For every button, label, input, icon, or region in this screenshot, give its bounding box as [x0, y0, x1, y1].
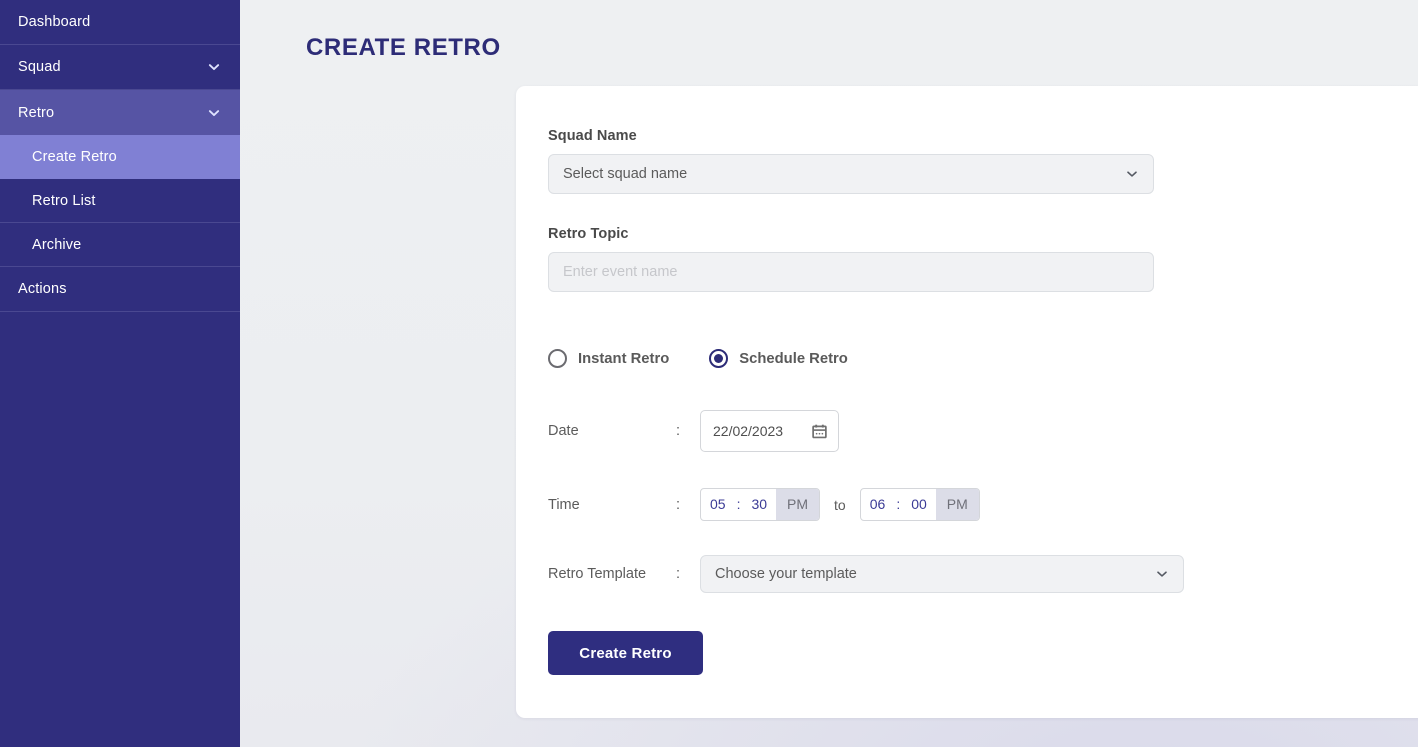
sidebar-item-label: Actions	[18, 281, 222, 297]
spacer	[548, 292, 1418, 344]
spacer	[548, 368, 1418, 410]
date-colon: :	[676, 423, 700, 439]
retro-template-row: Retro Template : Choose your template	[548, 555, 1418, 593]
app-root: Dashboard Squad Retro Create Retro Retro…	[0, 0, 1418, 747]
end-time-separator: :	[894, 489, 902, 520]
date-row: Date : 22/02/2023	[548, 410, 1418, 452]
squad-name-select[interactable]: Select squad name	[548, 154, 1154, 194]
date-input[interactable]: 22/02/2023	[700, 410, 839, 452]
page-title: CREATE RETRO	[270, 0, 1388, 62]
retro-template-colon: :	[676, 566, 700, 582]
radio-label: Instant Retro	[578, 351, 669, 367]
create-retro-form: Squad Name Select squad name Retro Topic	[516, 86, 1418, 675]
sidebar-item-archive[interactable]: Archive	[0, 223, 240, 267]
retro-topic-label: Retro Topic	[548, 226, 1418, 242]
retro-topic-input[interactable]: Enter event name	[548, 252, 1154, 292]
calendar-icon[interactable]	[811, 423, 828, 440]
spacer	[548, 521, 1418, 555]
sidebar-item-squad[interactable]: Squad	[0, 45, 240, 90]
radio-instant-retro[interactable]: Instant Retro	[548, 349, 669, 368]
start-time-separator: :	[735, 489, 743, 520]
chevron-down-icon	[1155, 567, 1169, 581]
end-time-picker[interactable]: 06 : 00 PM	[860, 488, 980, 521]
sidebar-item-actions[interactable]: Actions	[0, 267, 240, 312]
sidebar-item-label: Create Retro	[32, 149, 222, 165]
radio-label: Schedule Retro	[739, 351, 848, 367]
date-value: 22/02/2023	[713, 423, 783, 439]
sidebar-item-label: Squad	[18, 59, 206, 75]
sidebar-item-retro-list[interactable]: Retro List	[0, 179, 240, 223]
date-label: Date	[548, 423, 676, 439]
retro-template-select[interactable]: Choose your template	[700, 555, 1184, 593]
sidebar-item-label: Retro	[18, 105, 206, 121]
squad-name-field-group: Squad Name Select squad name	[548, 128, 1418, 194]
time-colon: :	[676, 497, 700, 513]
squad-name-label: Squad Name	[548, 128, 1418, 144]
retro-template-selected-value: Choose your template	[715, 566, 857, 582]
sidebar-item-create-retro[interactable]: Create Retro	[0, 135, 240, 179]
sidebar-item-label: Dashboard	[18, 14, 222, 30]
squad-name-selected-value: Select squad name	[563, 166, 687, 182]
time-range-separator: to	[834, 497, 846, 513]
start-time-meridiem[interactable]: PM	[776, 489, 819, 520]
sidebar-item-dashboard[interactable]: Dashboard	[0, 0, 240, 45]
radio-checked-icon	[709, 349, 728, 368]
sidebar: Dashboard Squad Retro Create Retro Retro…	[0, 0, 240, 747]
start-time-picker[interactable]: 05 : 30 PM	[700, 488, 820, 521]
time-label: Time	[548, 497, 676, 513]
sidebar-item-label: Archive	[32, 237, 222, 253]
chevron-down-icon	[1125, 167, 1139, 181]
end-time-hour[interactable]: 06	[861, 489, 895, 520]
radio-unchecked-icon	[548, 349, 567, 368]
retro-type-radio-group: Instant Retro Schedule Retro	[548, 344, 1418, 368]
end-time-meridiem[interactable]: PM	[936, 489, 979, 520]
retro-template-label: Retro Template	[548, 566, 676, 582]
start-time-hour[interactable]: 05	[701, 489, 735, 520]
create-retro-card: Squad Name Select squad name Retro Topic	[516, 86, 1418, 718]
sidebar-item-label: Retro List	[32, 193, 222, 209]
retro-topic-field-group: Retro Topic Enter event name	[548, 226, 1418, 292]
retro-topic-placeholder: Enter event name	[563, 264, 677, 280]
sidebar-item-retro[interactable]: Retro	[0, 90, 240, 135]
start-time-minute[interactable]: 30	[742, 489, 776, 520]
main-content: CREATE RETRO Squad Name Select squad nam…	[240, 0, 1418, 747]
chevron-down-icon	[206, 105, 222, 121]
time-row: Time : 05 : 30 PM to 06 : 00 PM	[548, 488, 1418, 521]
chevron-down-icon	[206, 59, 222, 75]
create-retro-button[interactable]: Create Retro	[548, 631, 703, 675]
end-time-minute[interactable]: 00	[902, 489, 936, 520]
radio-schedule-retro[interactable]: Schedule Retro	[709, 349, 848, 368]
spacer	[548, 194, 1418, 226]
spacer	[548, 452, 1418, 488]
